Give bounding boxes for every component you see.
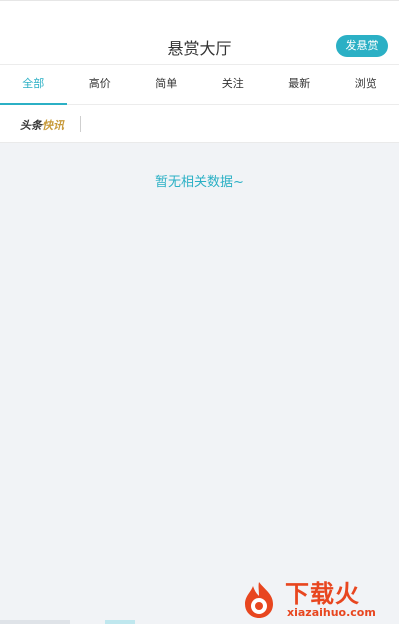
- flame-logo-icon: [245, 582, 273, 618]
- watermark: 下载火 xiazaihuo.com: [237, 572, 397, 622]
- news-ticker-label: 头条快讯: [20, 117, 64, 133]
- news-ticker[interactable]: 头条快讯: [0, 105, 399, 143]
- news-label-flash: 快讯: [42, 119, 64, 132]
- bottom-nav-hint: [0, 620, 70, 624]
- post-bounty-button[interactable]: 发悬赏: [336, 35, 388, 57]
- watermark-url: xiazaihuo.com: [287, 606, 376, 619]
- tab-simple[interactable]: 简单: [133, 65, 200, 104]
- empty-state-message: 暂无相关数据~: [155, 175, 244, 190]
- tab-high-price[interactable]: 高价: [67, 65, 134, 104]
- tab-all[interactable]: 全部: [0, 65, 67, 105]
- news-label-head: 头条: [20, 119, 42, 132]
- tab-browse[interactable]: 浏览: [333, 65, 399, 104]
- watermark-title: 下载火: [285, 580, 360, 608]
- tab-latest[interactable]: 最新: [266, 65, 333, 104]
- bottom-nav-hint-active: [105, 620, 135, 624]
- tab-following[interactable]: 关注: [200, 65, 267, 104]
- header: 悬赏大厅 发悬赏: [0, 0, 399, 64]
- filter-tabs: 全部 高价 简单 关注 最新 浏览: [0, 64, 399, 105]
- news-divider: [80, 116, 81, 132]
- app-screen: 悬赏大厅 发悬赏 全部 高价 简单 关注 最新 浏览 头条快讯 暂无相关数据~ …: [0, 0, 399, 624]
